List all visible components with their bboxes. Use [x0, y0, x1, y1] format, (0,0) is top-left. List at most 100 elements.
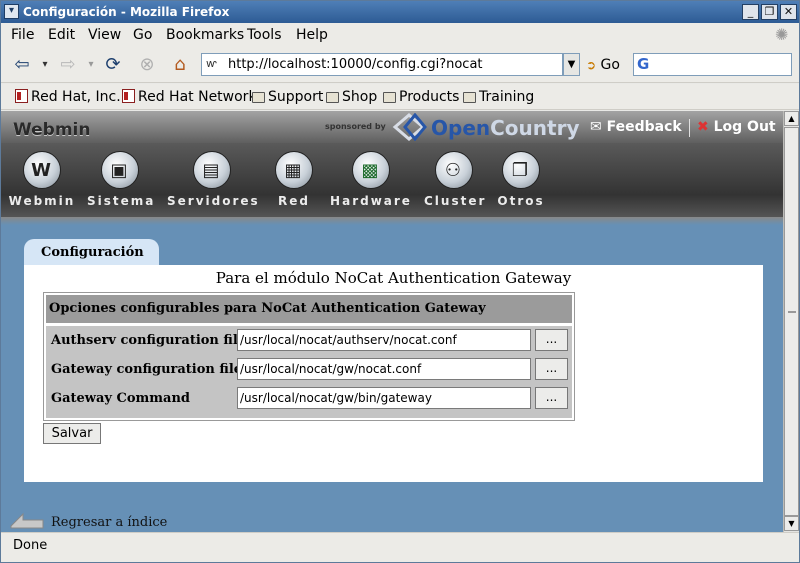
scroll-up-button[interactable]: ▲ — [784, 111, 799, 126]
category-servidores[interactable]: ▤ Servidores — [167, 151, 258, 208]
authserv-config-label: Authserv configuration file — [51, 333, 247, 348]
table-header: Opciones configurables para NoCat Authen… — [46, 295, 572, 323]
throbber-icon: ✺ — [775, 25, 789, 44]
gateway-command-label: Gateway Command — [51, 391, 190, 406]
opencountry-logo-icon[interactable] — [391, 113, 427, 141]
redhat-page-icon — [15, 89, 28, 103]
category-cluster[interactable]: ⚇ Cluster — [424, 151, 484, 208]
browser-window: ▾ Configuración - Mozilla Firefox _ ❐ ✕ … — [0, 0, 800, 563]
back-arrow-icon — [10, 512, 44, 529]
category-bar-shadow — [1, 217, 783, 225]
go-icon: ➲ — [586, 58, 597, 72]
table-body: Authserv configuration file /usr/local/n… — [46, 326, 572, 418]
back-to-index-label: Regresar a índice — [51, 515, 168, 530]
opencountry-logo[interactable]: OpenCountry — [431, 116, 579, 140]
mail-icon: ✉ — [590, 119, 602, 135]
menu-go[interactable]: Go — [133, 27, 152, 43]
bookmark-products[interactable]: Products — [383, 89, 459, 105]
gateway-config-label: Gateway configuration file — [51, 362, 243, 377]
status-bar: Done — [1, 532, 799, 562]
hardware-icon: ▩ — [352, 151, 390, 189]
bookmark-training[interactable]: Training — [463, 89, 534, 105]
maximize-button[interactable]: ❐ — [761, 4, 778, 20]
table-row: Gateway Command /usr/local/nocat/gw/bin/… — [46, 384, 572, 413]
network-icon: ▦ — [275, 151, 313, 189]
webmin-logo: Webmin — [13, 120, 91, 140]
folder-icon — [326, 92, 339, 103]
category-bar: W Webmin ▣ Sistema ▤ Servidores ▦ Red ▩ Hardw… — [1, 143, 783, 217]
menu-help[interactable]: Help — [296, 27, 328, 43]
back-dropdown-icon[interactable]: ▾ — [39, 53, 51, 77]
menu-edit[interactable]: Edit — [48, 27, 75, 43]
scroll-down-button[interactable]: ▼ — [784, 516, 799, 531]
navigation-toolbar: ⇦ ▾ ⇨ ▾ ⟳ ⊗ ⌂ ⱳ http://localhost:10000/c… — [1, 47, 799, 83]
menu-view[interactable]: View — [88, 27, 121, 43]
feedback-link[interactable]: ✉ Feedback — [590, 119, 682, 135]
search-input[interactable]: G — [633, 53, 792, 76]
others-icon: ❐ — [502, 151, 540, 189]
folder-icon — [252, 92, 265, 103]
gateway-config-browse-button[interactable]: ... — [535, 358, 568, 380]
title-bar: ▾ Configuración - Mozilla Firefox _ ❐ ✕ — [1, 1, 799, 23]
menu-bar: File Edit View Go Bookmarks Tools Help ✺ — [1, 23, 799, 47]
config-panel: Para el módulo NoCat Authentication Gate… — [24, 265, 763, 482]
tab-configuracion[interactable]: Configuración — [24, 239, 159, 265]
home-icon[interactable]: ⌂ — [167, 53, 193, 77]
stop-icon[interactable]: ⊗ — [135, 53, 159, 77]
page-title: Para el módulo NoCat Authentication Gate… — [215, 269, 572, 287]
save-button[interactable]: Salvar — [43, 423, 101, 444]
scroll-thumb[interactable] — [784, 127, 799, 516]
category-hardware[interactable]: ▩ Hardware — [329, 151, 413, 208]
menu-tools[interactable]: Tools — [247, 27, 282, 43]
folder-icon — [383, 92, 396, 103]
sponsored-text: sponsored by — [325, 122, 386, 131]
webmin-header: Webmin sponsored by OpenCountry ✉ Feedba… — [1, 111, 783, 143]
window-title: Configuración - Mozilla Firefox — [23, 5, 230, 19]
authserv-config-field[interactable]: /usr/local/nocat/authserv/nocat.conf — [237, 329, 531, 351]
status-text: Done — [13, 538, 48, 553]
opencountry-open: Open — [431, 116, 491, 140]
gateway-command-field[interactable]: /usr/local/nocat/gw/bin/gateway — [237, 387, 531, 409]
table-row: Gateway configuration file /usr/local/no… — [46, 355, 572, 384]
back-to-index-link[interactable]: Regresar a índice — [9, 510, 167, 530]
authserv-browse-button[interactable]: ... — [535, 329, 568, 351]
reload-icon[interactable]: ⟳ — [101, 53, 125, 77]
url-text: http://localhost:10000/config.cgi?nocat — [228, 57, 483, 72]
menu-bookmarks[interactable]: Bookmarks — [166, 27, 244, 43]
url-dropdown-button[interactable]: ▼ — [563, 53, 580, 76]
gateway-config-field[interactable]: /usr/local/nocat/gw/nocat.conf — [237, 358, 531, 380]
url-input[interactable]: ⱳ http://localhost:10000/config.cgi?noca… — [201, 53, 563, 76]
category-webmin[interactable]: W Webmin — [7, 151, 77, 208]
logout-link[interactable]: ✖ Log Out — [697, 119, 776, 135]
logout-icon: ✖ — [697, 119, 709, 135]
bookmark-red-hat-network[interactable]: Red Hat Network — [122, 89, 257, 105]
bookmark-red-hat-inc[interactable]: Red Hat, Inc. — [15, 89, 121, 105]
google-search-icon[interactable]: G — [637, 55, 649, 73]
page-content: Webmin sponsored by OpenCountry ✉ Feedba… — [1, 111, 783, 532]
scroll-grip-icon — [788, 311, 796, 313]
redhat-page-icon — [122, 89, 135, 103]
bookmarks-toolbar: Red Hat, Inc. Red Hat Network Support Sh… — [1, 84, 799, 110]
menu-file[interactable]: File — [11, 27, 34, 43]
cluster-icon: ⚇ — [435, 151, 473, 189]
close-button[interactable]: ✕ — [780, 4, 797, 20]
gateway-command-browse-button[interactable]: ... — [535, 387, 568, 409]
bookmark-support[interactable]: Support — [252, 89, 323, 105]
category-otros[interactable]: ❐ Otros — [496, 151, 546, 208]
category-red[interactable]: ▦ Red — [271, 151, 317, 208]
webmin-icon: W — [23, 151, 61, 189]
vertical-scrollbar[interactable]: ▲ ▼ — [783, 111, 799, 532]
config-table: Opciones configurables para NoCat Authen… — [43, 292, 575, 421]
site-icon: ⱳ — [206, 57, 217, 70]
window-menu-icon[interactable]: ▾ — [4, 4, 19, 19]
header-divider — [689, 119, 690, 137]
forward-dropdown-icon[interactable]: ▾ — [85, 53, 97, 77]
servers-icon: ▤ — [193, 151, 231, 189]
bookmark-shop[interactable]: Shop — [326, 89, 377, 105]
folder-icon — [463, 92, 476, 103]
go-button[interactable]: ➲ Go — [586, 57, 620, 73]
forward-icon[interactable]: ⇨ — [57, 53, 79, 77]
back-icon[interactable]: ⇦ — [11, 53, 33, 77]
category-sistema[interactable]: ▣ Sistema — [87, 151, 153, 208]
minimize-button[interactable]: _ — [742, 4, 759, 20]
